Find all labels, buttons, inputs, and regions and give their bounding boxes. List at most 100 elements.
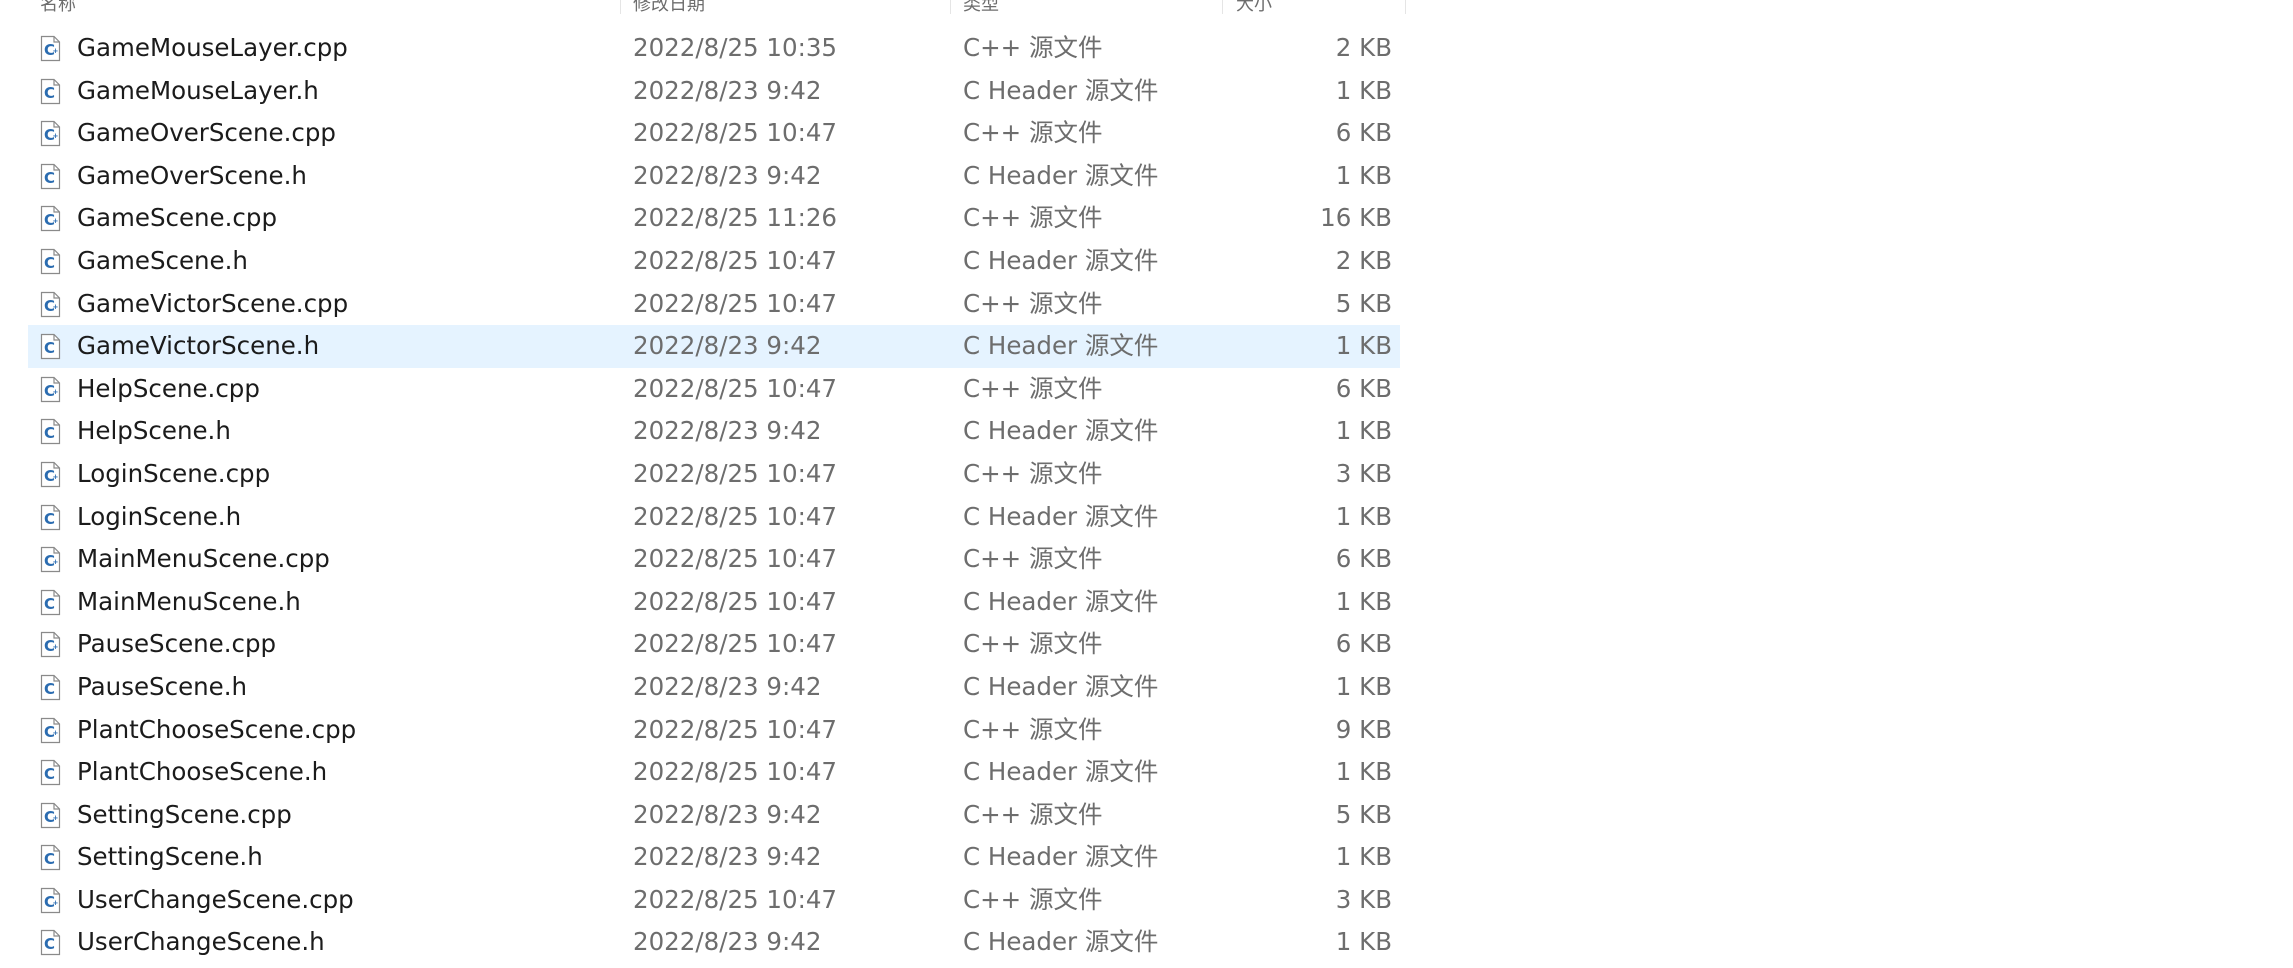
column-divider[interactable]: [1405, 0, 1406, 14]
column-header-size[interactable]: 大小: [1236, 0, 1272, 14]
file-name: GameScene.cpp: [77, 203, 277, 233]
file-row[interactable]: C + PauseScene.cpp 2022/8/25 10:47 C++ 源…: [28, 623, 1400, 666]
cpp-file-icon: C +: [40, 121, 61, 147]
file-type: C Header 源文件: [963, 75, 1159, 105]
file-size: 1 KB: [1335, 842, 1392, 872]
file-size: 1 KB: [1335, 416, 1392, 446]
file-type: C++ 源文件: [963, 203, 1103, 233]
svg-text:+: +: [53, 132, 59, 140]
column-divider[interactable]: [620, 0, 621, 14]
file-size: 6 KB: [1335, 373, 1392, 403]
file-date-modified: 2022/8/23 9:42: [633, 799, 822, 829]
file-type: C++ 源文件: [963, 373, 1103, 403]
column-divider[interactable]: [1222, 0, 1223, 14]
file-type: C++ 源文件: [963, 288, 1103, 318]
file-date-modified: 2022/8/23 9:42: [633, 416, 822, 446]
file-type: C++ 源文件: [963, 629, 1103, 659]
file-size: 6 KB: [1335, 544, 1392, 574]
file-size: 6 KB: [1335, 118, 1392, 148]
file-date-modified: 2022/8/25 10:47: [633, 501, 838, 531]
cpp-file-icon: C +: [40, 802, 61, 828]
file-name: GameVictorScene.cpp: [77, 288, 349, 318]
file-type: C Header 源文件: [963, 842, 1159, 872]
cpp-file-icon: C +: [40, 376, 61, 402]
svg-text:+: +: [53, 47, 59, 55]
file-row[interactable]: C PauseScene.h 2022/8/23 9:42 C Header 源…: [28, 666, 1400, 709]
file-name: MainMenuScene.h: [77, 586, 301, 616]
file-row[interactable]: C MainMenuScene.h 2022/8/25 10:47 C Head…: [28, 581, 1400, 624]
file-type: C++ 源文件: [963, 544, 1103, 574]
file-row[interactable]: C + SettingScene.cpp 2022/8/23 9:42 C++ …: [28, 794, 1400, 837]
file-size: 16 KB: [1320, 203, 1392, 233]
file-date-modified: 2022/8/25 10:47: [633, 629, 838, 659]
file-date-modified: 2022/8/25 10:47: [633, 714, 838, 744]
column-header-date[interactable]: 修改日期: [633, 0, 705, 14]
file-date-modified: 2022/8/25 10:47: [633, 458, 838, 488]
file-row[interactable]: C + GameMouseLayer.cpp 2022/8/25 10:35 C…: [28, 27, 1400, 70]
file-row[interactable]: C LoginScene.h 2022/8/25 10:47 C Header …: [28, 496, 1400, 539]
file-row[interactable]: C GameOverScene.h 2022/8/23 9:42 C Heade…: [28, 155, 1400, 198]
header-file-icon: C: [40, 845, 61, 871]
file-name: GameScene.h: [77, 245, 248, 275]
file-name: UserChangeScene.h: [77, 927, 325, 957]
column-header-name[interactable]: 名称: [40, 0, 76, 14]
file-name: HelpScene.cpp: [77, 373, 260, 403]
file-row[interactable]: C GameVictorScene.h 2022/8/23 9:42 C Hea…: [28, 325, 1400, 368]
svg-text:C: C: [44, 765, 55, 783]
file-row[interactable]: C + GameScene.cpp 2022/8/25 11:26 C++ 源文…: [28, 197, 1400, 240]
file-date-modified: 2022/8/25 11:26: [633, 203, 838, 233]
column-divider[interactable]: [950, 0, 951, 14]
file-type: C Header 源文件: [963, 757, 1159, 787]
cpp-file-icon: C +: [40, 291, 61, 317]
file-name: PauseScene.cpp: [77, 629, 277, 659]
svg-text:C: C: [44, 339, 55, 357]
file-row[interactable]: C HelpScene.h 2022/8/23 9:42 C Header 源文…: [28, 410, 1400, 453]
svg-text:C: C: [44, 254, 55, 272]
file-name: PauseScene.h: [77, 671, 248, 701]
file-row[interactable]: C + GameOverScene.cpp 2022/8/25 10:47 C+…: [28, 112, 1400, 155]
file-size: 1 KB: [1335, 75, 1392, 105]
file-date-modified: 2022/8/23 9:42: [633, 671, 822, 701]
file-date-modified: 2022/8/23 9:42: [633, 331, 822, 361]
column-header-type[interactable]: 类型: [963, 0, 999, 14]
file-row[interactable]: C + HelpScene.cpp 2022/8/25 10:47 C++ 源文…: [28, 368, 1400, 411]
file-row[interactable]: C + MainMenuScene.cpp 2022/8/25 10:47 C+…: [28, 538, 1400, 581]
file-row[interactable]: C GameScene.h 2022/8/25 10:47 C Header 源…: [28, 240, 1400, 283]
header-file-icon: C: [40, 589, 61, 615]
svg-text:C: C: [44, 680, 55, 698]
svg-text:C: C: [44, 169, 55, 187]
header-file-icon: C: [40, 334, 61, 360]
file-row[interactable]: C UserChangeScene.h 2022/8/23 9:42 C Hea…: [28, 921, 1400, 964]
header-file-icon: C: [40, 248, 61, 275]
file-date-modified: 2022/8/23 9:42: [633, 160, 822, 190]
file-name: LoginScene.h: [77, 501, 242, 531]
svg-text:+: +: [53, 729, 59, 737]
file-row[interactable]: C + UserChangeScene.cpp 2022/8/25 10:47 …: [28, 879, 1400, 922]
file-name: GameOverScene.cpp: [77, 118, 336, 148]
file-name: MainMenuScene.cpp: [77, 544, 330, 574]
svg-text:C: C: [44, 935, 55, 953]
cpp-file-icon: C +: [40, 206, 61, 232]
file-size: 3 KB: [1335, 884, 1392, 914]
file-type: C++ 源文件: [963, 33, 1103, 62]
file-type: C Header 源文件: [963, 416, 1159, 446]
file-type: C Header 源文件: [963, 927, 1159, 957]
file-row[interactable]: C + GameVictorScene.cpp 2022/8/25 10:47 …: [28, 283, 1400, 326]
svg-text:+: +: [53, 643, 59, 651]
header-file-icon: C: [40, 78, 61, 104]
header-file-icon: C: [40, 759, 61, 786]
file-row[interactable]: C SettingScene.h 2022/8/23 9:42 C Header…: [28, 836, 1400, 879]
file-row[interactable]: C + PlantChooseScene.cpp 2022/8/25 10:47…: [28, 709, 1400, 752]
file-row[interactable]: C + LoginScene.cpp 2022/8/25 10:47 C++ 源…: [28, 453, 1400, 496]
file-size: 5 KB: [1335, 799, 1392, 829]
cpp-file-icon: C +: [40, 461, 61, 488]
file-row[interactable]: C GameMouseLayer.h 2022/8/23 9:42 C Head…: [28, 70, 1400, 113]
file-date-modified: 2022/8/25 10:47: [633, 757, 838, 787]
cpp-file-icon: C +: [40, 632, 61, 658]
file-type: C++ 源文件: [963, 118, 1103, 148]
file-size: 1 KB: [1335, 757, 1392, 787]
file-row[interactable]: C PlantChooseScene.h 2022/8/25 10:47 C H…: [28, 751, 1400, 794]
file-type: C Header 源文件: [963, 160, 1159, 190]
file-date-modified: 2022/8/25 10:47: [633, 544, 838, 574]
file-name: GameOverScene.h: [77, 160, 307, 190]
